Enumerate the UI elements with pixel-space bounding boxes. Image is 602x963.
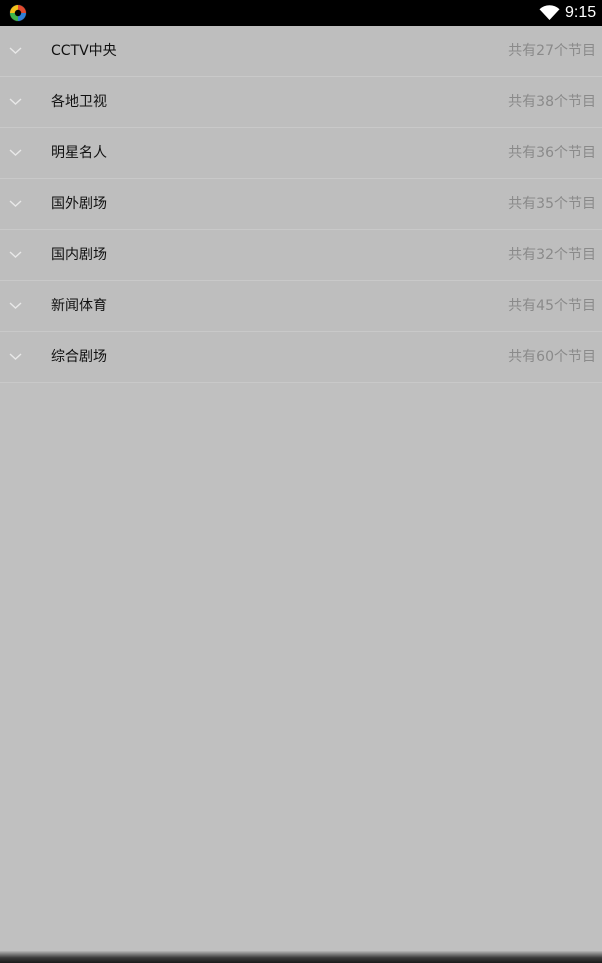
category-count: 共有32个节目 <box>508 247 596 263</box>
category-item-general-drama[interactable]: 综合剧场 共有60个节目 <box>0 332 602 383</box>
chevron-down-icon <box>9 353 22 360</box>
chevron-down-icon <box>9 149 22 156</box>
category-title: CCTV中央 <box>51 43 117 59</box>
category-count: 共有36个节目 <box>508 145 596 161</box>
category-item-satellite[interactable]: 各地卫视 共有38个节目 <box>0 77 602 128</box>
category-count: 共有45个节目 <box>508 298 596 314</box>
chevron-down-icon <box>9 200 22 207</box>
category-item-foreign-drama[interactable]: 国外剧场 共有35个节目 <box>0 179 602 230</box>
category-item-news-sports[interactable]: 新闻体育 共有45个节目 <box>0 281 602 332</box>
category-item-celebrities[interactable]: 明星名人 共有36个节目 <box>0 128 602 179</box>
chevron-down-icon <box>9 47 22 54</box>
chevron-down-icon <box>9 251 22 258</box>
status-bar: 9:15 <box>0 0 602 26</box>
category-title: 各地卫视 <box>51 94 107 110</box>
category-list: CCTV中央 共有27个节目 各地卫视 共有38个节目 明星名人 共有36个节目… <box>0 26 602 383</box>
wifi-icon <box>539 5 560 20</box>
status-time: 9:15 <box>565 4 597 21</box>
category-item-cctv[interactable]: CCTV中央 共有27个节目 <box>0 26 602 77</box>
app-logo-icon <box>9 4 27 22</box>
category-title: 国内剧场 <box>51 247 107 263</box>
chevron-down-icon <box>9 98 22 105</box>
chevron-down-icon <box>9 302 22 309</box>
category-count: 共有27个节目 <box>508 43 596 59</box>
category-count: 共有60个节目 <box>508 349 596 365</box>
category-count: 共有38个节目 <box>508 94 596 110</box>
category-item-domestic-drama[interactable]: 国内剧场 共有32个节目 <box>0 230 602 281</box>
category-title: 明星名人 <box>51 145 107 161</box>
category-count: 共有35个节目 <box>508 196 596 212</box>
category-title: 综合剧场 <box>51 349 107 365</box>
category-title: 新闻体育 <box>51 298 107 314</box>
navigation-bar-edge <box>0 950 602 963</box>
category-title: 国外剧场 <box>51 196 107 212</box>
